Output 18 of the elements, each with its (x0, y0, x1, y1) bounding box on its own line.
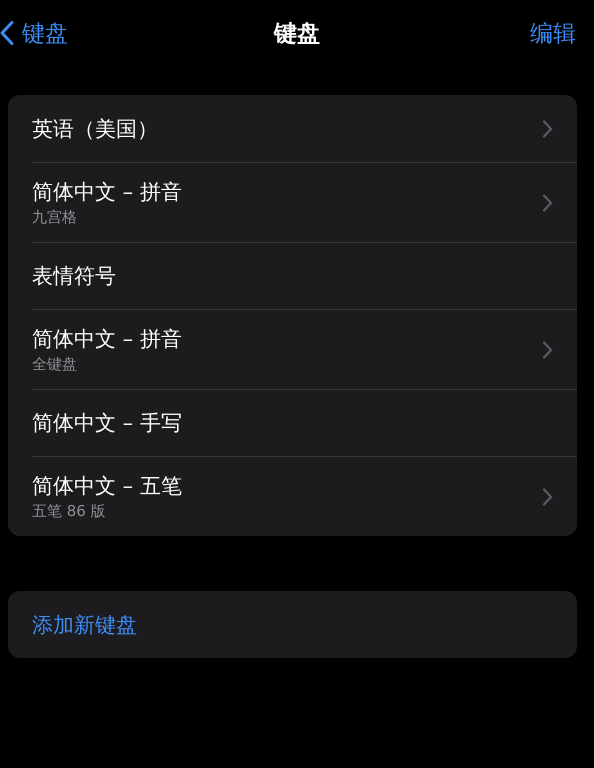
chevron-icon (542, 194, 553, 212)
keyboard-name[interactable]: 简体中文 – 拼音 (32, 325, 542, 353)
keyboard-name[interactable]: 表情符号 (32, 262, 553, 290)
nav-title: 键盘 (274, 20, 320, 48)
keyboard-name[interactable]: 简体中文 – 五笔 (32, 472, 542, 500)
chevron-icon (542, 488, 553, 506)
back-chevron-icon (0, 20, 14, 46)
back-button[interactable]: 键盘 (0, 18, 68, 48)
keyboard-layout: 全键盘 (32, 355, 78, 374)
keyboard-name[interactable]: 简体中文 – 手写 (32, 409, 553, 437)
keyboard-name[interactable]: 英语（美国） (32, 114, 542, 142)
chevron-icon (542, 120, 553, 138)
keyboard-layout: 九宫格 (32, 208, 78, 227)
keyboard-name[interactable]: 简体中文 – 拼音 (32, 178, 542, 206)
keyboard-layout: 五笔 86 版 (32, 502, 107, 521)
edit-button[interactable]: 编辑 (530, 18, 594, 48)
chevron-icon (542, 340, 553, 358)
add-keyboard-button[interactable]: 添加新键盘 (8, 591, 577, 658)
